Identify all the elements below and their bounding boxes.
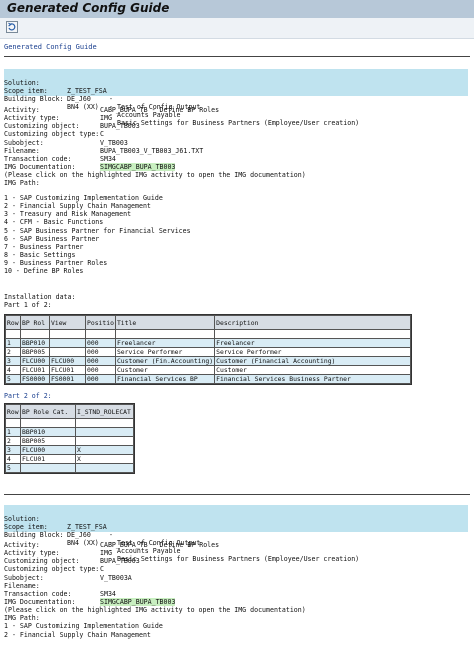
table-row[interactable]: 5 (5, 463, 134, 473)
img-note: (Please click on the highlighted IMG act… (4, 606, 306, 614)
column-header: View (49, 315, 86, 330)
column-header: BP Rol (20, 315, 50, 330)
part2-label: Part 2 of 2: (4, 392, 52, 400)
table-row[interactable]: 5 FS0000 FS0001 000 Financial Services BP Fin… (5, 374, 412, 384)
img-path-item: 1 - SAP Customizing Implementation Guide (4, 622, 163, 630)
img-path-label: IMG Path: (4, 179, 40, 187)
header-band-1: Solution: Z_TEST_FSA - Test of Config Ou… (4, 69, 468, 127)
divider (4, 494, 470, 495)
img-path-item: 5 - SAP Business Partner for Financial S… (4, 227, 191, 235)
img-path-item: 8 - Basic Settings (4, 251, 76, 259)
column-header: Title (114, 315, 216, 330)
refresh-icon[interactable] (6, 21, 18, 33)
fields-2: Activity: CABP_BUPA_TB - Define BP Roles … (4, 541, 306, 639)
column-header: BP Role Cat. (20, 404, 76, 419)
header-row-scope: Scope item: DE_J60 - Accounts Payable (4, 87, 181, 119)
page-link[interactable]: Generated Config Guide (4, 43, 97, 51)
title-bar: Generated Config Guide (0, 0, 474, 18)
img-path-item: 4 - CFM - Basic Functions (4, 218, 104, 226)
img-path-item: 10 - Define BP Roles (4, 267, 84, 275)
toolbar (0, 18, 474, 39)
img-documentation-link[interactable]: SIMGCABP_BUPA_TB003 (100, 598, 176, 606)
column-header: Row (5, 404, 21, 419)
header-row-scope: Scope item: DE_J60 - Accounts Payable (4, 523, 181, 555)
img-path-item: 9 - Business Partner Roles (4, 259, 108, 267)
fields-1: Activity: CABP_BUPA_TB - Define BP Roles … (4, 106, 306, 187)
img-path-label: IMG Path: (4, 614, 40, 622)
img-path-item: 7 - Business Partner (4, 243, 84, 251)
img-path-item: 6 - SAP Business Partner (4, 235, 100, 243)
img-path-item: 2 - Financial Supply Chain Management (4, 202, 151, 210)
table-row[interactable]: 4 FLCU01 X (5, 454, 134, 464)
column-header: Row (5, 315, 21, 330)
img-path-item: 3 - Treasury and Risk Management (4, 210, 132, 218)
header-row-building-block: Building Block: BN4 (XX) - Basic Setting… (4, 531, 360, 563)
column-header: I_STND_ROLECAT (75, 404, 134, 419)
table-row[interactable]: 2 BBP005 000 Service Performer Service Perfo… (5, 347, 412, 357)
divider (4, 56, 470, 57)
window-title: Generated Config Guide (7, 1, 170, 15)
table-row[interactable]: 3 FLCU00 X (5, 445, 134, 455)
part1-label: Part 1 of 2: (4, 301, 52, 309)
header-row-building-block: Building Block: BN4 (XX) - Basic Setting… (4, 95, 360, 127)
table-row[interactable]: 3 FLCU00 FLCU00 000 Customer (Fin.Accounting… (5, 356, 412, 366)
header-row-solution: Solution: Z_TEST_FSA - Test of Config Ou… (4, 79, 201, 111)
header-band-2: Solution: Z_TEST_FSA - Test of Config Ou… (4, 505, 468, 563)
part1-table: Row BP Rol View Positio Title Descriptio… (4, 314, 413, 385)
installation-label: Installation data: (4, 293, 76, 301)
img-note: (Please click on the highlighted IMG act… (4, 171, 306, 179)
img-path-item: 1 - SAP Customizing Implementation Guide (4, 194, 163, 202)
header-row-solution: Solution: Z_TEST_FSA - Test of Config Ou… (4, 515, 201, 547)
img-path-list-1: 1 - SAP Customizing Implementation Guide… (0, 194, 474, 282)
table-row[interactable]: 4 FLCU01 FLCU01 000 Customer Customer (5, 365, 412, 375)
table-row[interactable]: 1 BBP010 000 Freelancer Freelancer (5, 338, 412, 348)
img-path-item: 2 - Financial Supply Chain Management (4, 631, 151, 639)
part2-table: Row BP Role Cat. I_STND_ROLECAT 1 BBP010 … (4, 403, 135, 474)
column-header: Positio (85, 315, 116, 330)
table-row[interactable]: 2 BBP005 (5, 436, 134, 446)
img-documentation-link[interactable]: SIMGCABP_BUPA_TB003 (100, 163, 176, 171)
table-row[interactable]: 1 BBP010 (5, 427, 134, 437)
column-header: Description (214, 315, 412, 330)
